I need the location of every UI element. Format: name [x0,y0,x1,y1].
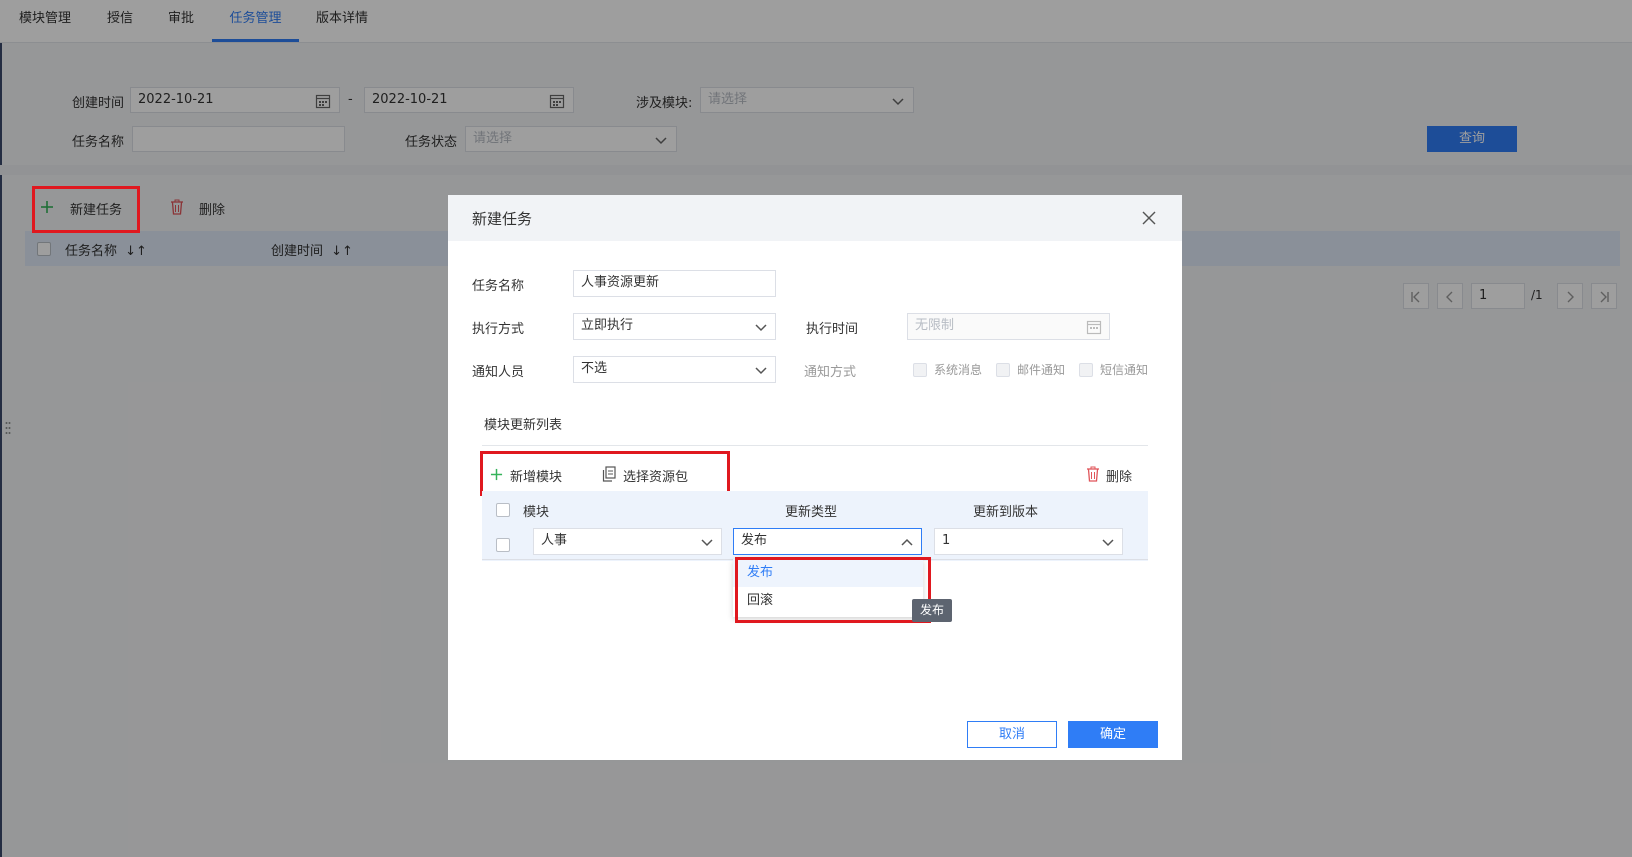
module-row-update-type-select[interactable]: 发布 [733,528,922,555]
task-name-value: 人事资源更新 [581,275,660,290]
select-package-button[interactable]: 选择资源包 [623,466,688,485]
sms-notify-checkbox[interactable] [1079,363,1093,377]
delete-module-button[interactable]: 删除 [1106,466,1132,485]
exec-mode-select[interactable]: 立即执行 [573,313,776,340]
module-row-version-value: 1 [942,533,951,548]
module-row-module-select[interactable]: 人事 [533,528,722,555]
exec-mode-label: 执行方式 [472,322,525,337]
email-notify-label: 邮件通知 [1017,363,1066,377]
dialog-header: 新建任务 [448,195,1182,241]
exec-time-placeholder: 无限制 [915,318,955,333]
module-row-checkbox[interactable] [496,538,510,552]
module-row-version-select[interactable]: 1 [934,528,1123,555]
exec-time-label: 执行时间 [806,322,859,337]
chevron-up-icon [900,535,914,549]
exec-mode-value: 立即执行 [581,318,634,333]
notify-person-select[interactable]: 不选 [573,356,776,383]
module-table: 模块 更新类型 更新到版本 人事 发布 1 [482,491,1148,561]
task-name-input[interactable]: 人事资源更新 [573,270,776,297]
highlight-new-task-overlay [32,186,140,233]
confirm-button[interactable]: 确定 [1068,721,1158,748]
task-name-label: 任务名称 [472,279,525,294]
module-list-title: 模块更新列表 [484,418,563,433]
chevron-down-icon [1101,535,1115,549]
module-row-module-value: 人事 [541,533,568,548]
col-update-type: 更新类型 [785,505,838,520]
system-message-checkbox[interactable] [913,363,927,377]
trash-icon [1086,466,1100,482]
tooltip: 发布 [912,599,952,622]
notify-person-label: 通知人员 [472,365,525,380]
notify-mode-label: 通知方式 [804,365,857,380]
cancel-button[interactable]: 取消 [967,721,1057,748]
system-message-label: 系统消息 [934,363,983,377]
email-notify-checkbox[interactable] [996,363,1010,377]
calendar-icon [1086,319,1102,335]
add-module-button[interactable]: 新增模块 [510,466,562,485]
col-module: 模块 [523,505,550,520]
exec-time-input[interactable]: 无限制 [907,313,1110,340]
new-task-dialog: 新建任务 任务名称 人事资源更新 执行方式 立即执行 执行时间 无限制 通知人员… [448,195,1182,760]
close-icon[interactable] [1142,211,1156,225]
module-row-update-type-value: 发布 [741,533,768,548]
module-list-divider [482,445,1148,446]
dialog-title: 新建任务 [472,210,533,228]
sms-notify-label: 短信通知 [1100,363,1149,377]
chevron-down-icon [700,535,714,549]
notify-person-value: 不选 [581,361,608,376]
plus-icon [490,468,503,481]
chevron-down-icon [754,363,768,377]
package-icon [602,466,617,482]
module-select-all-checkbox[interactable] [496,503,510,517]
chevron-down-icon [754,320,768,334]
highlight-dropdown [735,557,931,623]
col-update-version: 更新到版本 [973,505,1039,520]
